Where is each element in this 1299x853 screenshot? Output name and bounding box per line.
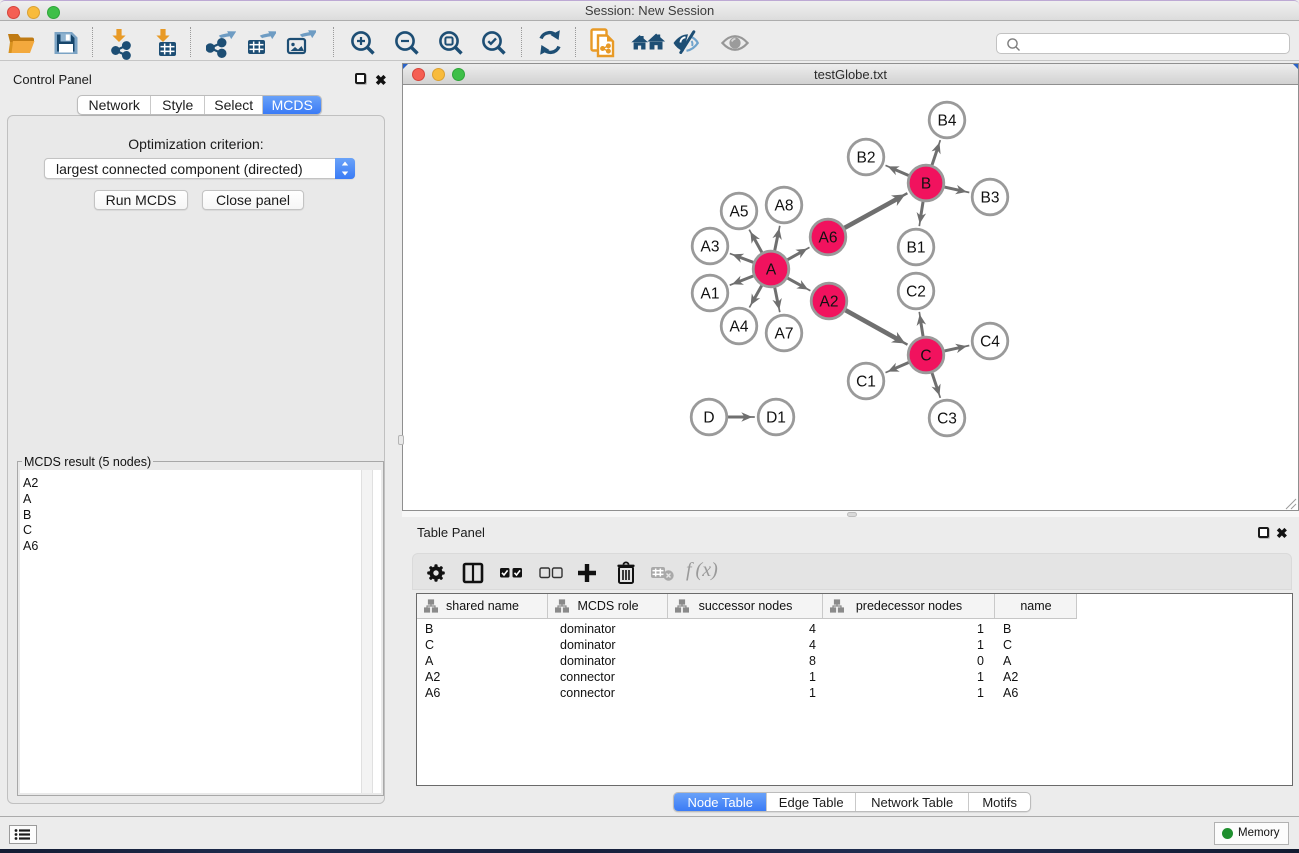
svg-text:B2: B2 (857, 150, 876, 167)
svg-text:B3: B3 (981, 190, 1000, 207)
svg-text:A6: A6 (819, 230, 838, 247)
svg-text:A3: A3 (701, 239, 720, 256)
svg-text:A7: A7 (775, 326, 794, 343)
svg-text:D1: D1 (766, 410, 786, 427)
svg-text:A: A (766, 262, 777, 279)
svg-text:B4: B4 (938, 113, 957, 130)
svg-text:C3: C3 (937, 411, 957, 428)
svg-text:A5: A5 (730, 204, 749, 221)
svg-text:D: D (703, 410, 714, 427)
svg-text:C2: C2 (906, 284, 926, 301)
svg-text:B1: B1 (907, 240, 926, 257)
svg-text:A2: A2 (820, 294, 839, 311)
svg-text:A1: A1 (701, 286, 720, 303)
svg-text:C1: C1 (856, 374, 876, 391)
svg-text:C: C (920, 348, 931, 365)
svg-text:B: B (921, 176, 931, 193)
svg-text:A8: A8 (775, 198, 794, 215)
svg-text:A4: A4 (730, 319, 749, 336)
svg-text:C4: C4 (980, 334, 1000, 351)
